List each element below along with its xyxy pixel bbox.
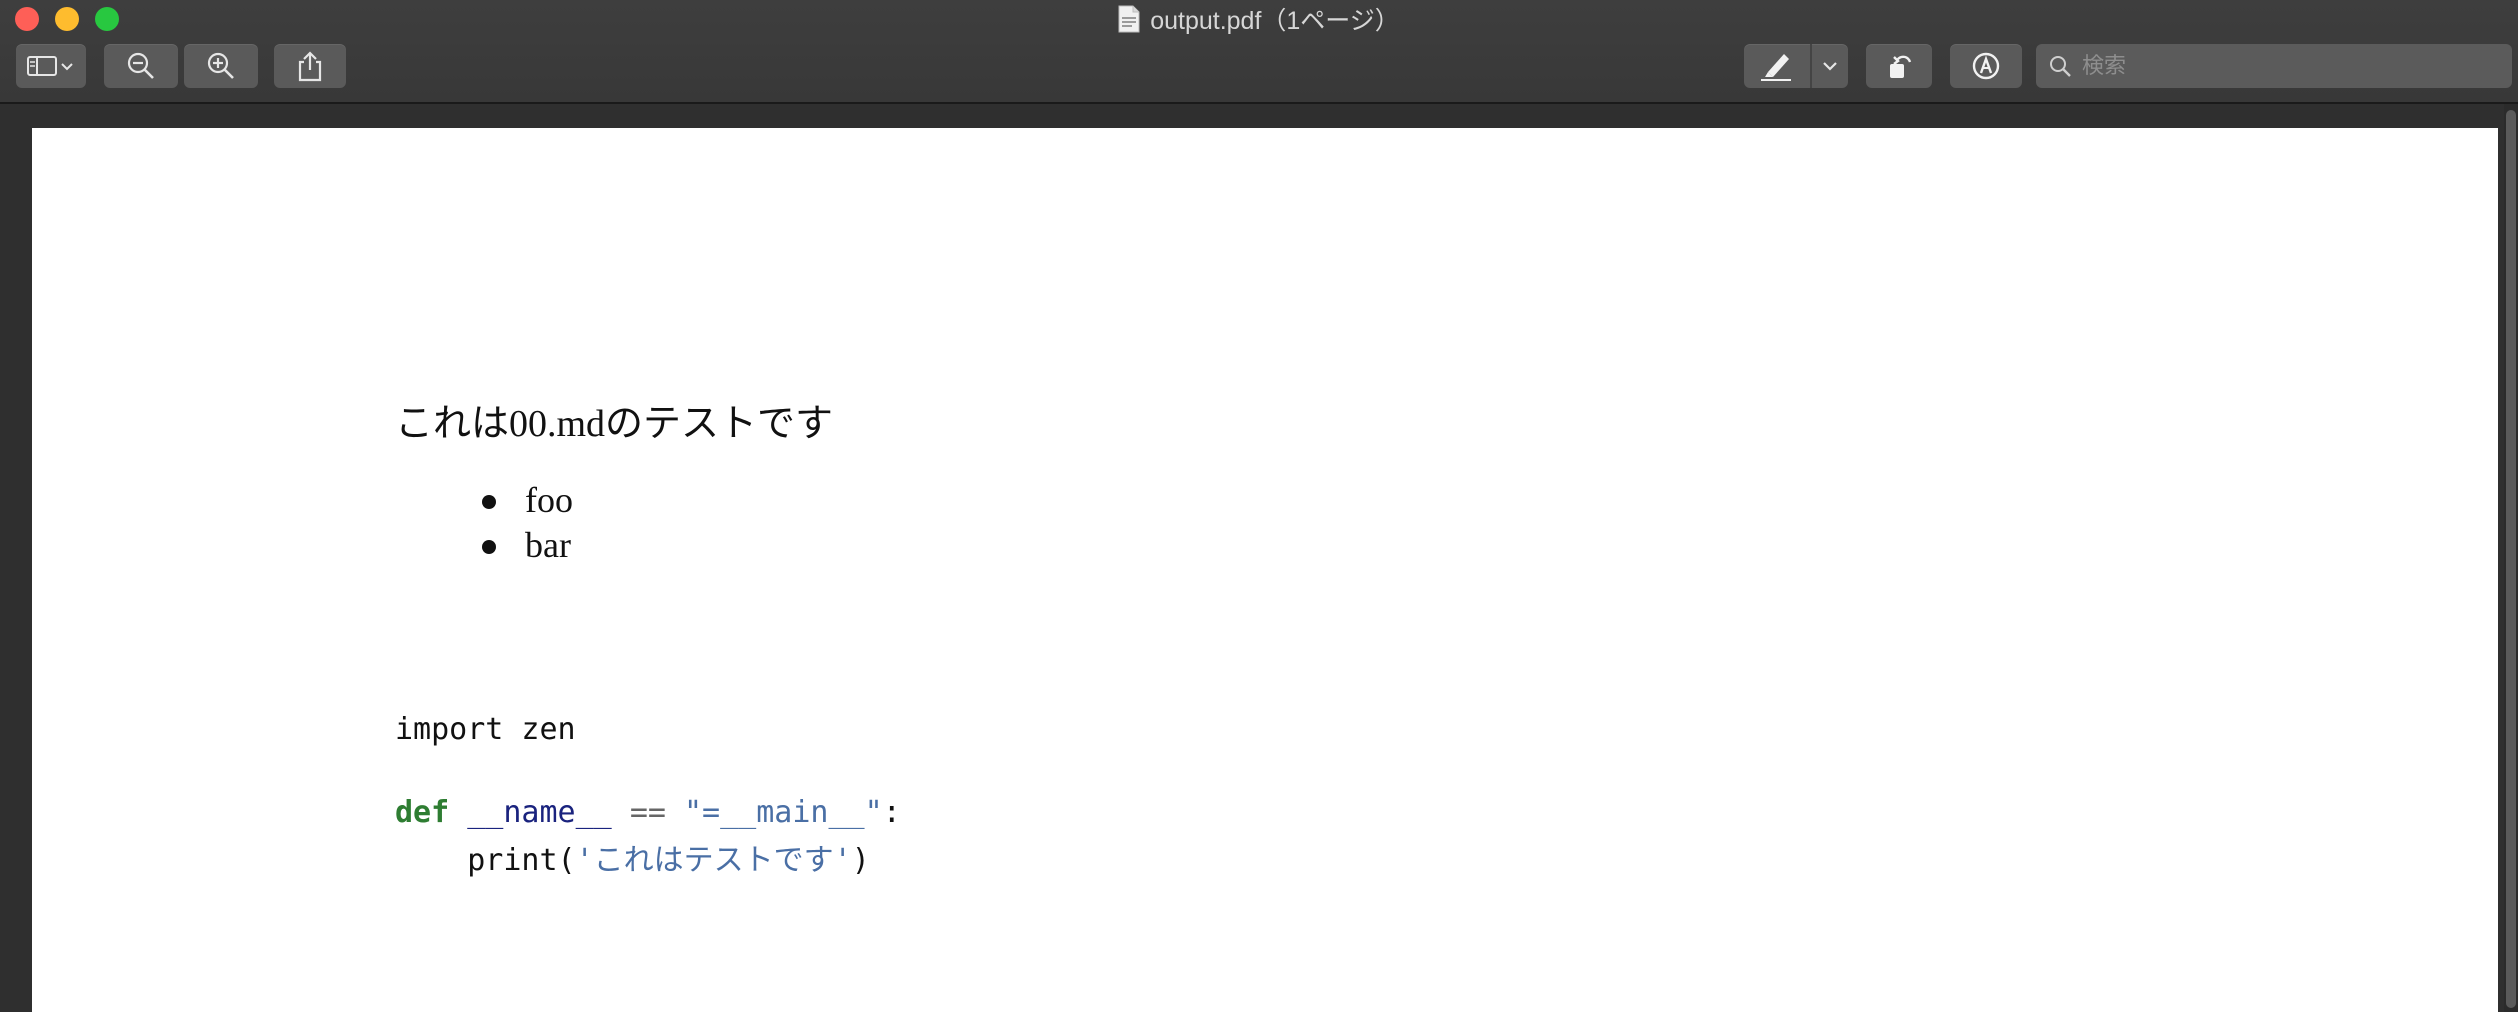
code-line-3: print('これはテストです') (395, 835, 870, 879)
sidebar-icon (26, 54, 76, 78)
highlight-button[interactable] (1744, 44, 1848, 88)
code-string: "=__main__" (684, 795, 883, 830)
zoom-out-icon (126, 51, 156, 81)
share-button[interactable] (274, 44, 346, 88)
pdf-document-icon (1118, 5, 1140, 33)
zoom-in-button[interactable] (184, 44, 258, 88)
bullet-icon (482, 495, 496, 509)
code-name: __name__ (467, 795, 612, 830)
window-title: output.pdf（1ページ） (1150, 7, 1400, 35)
zoom-out-button[interactable] (104, 44, 178, 88)
highlight-divider (1810, 44, 1812, 88)
rotate-icon (1883, 50, 1915, 82)
highlighter-icon (1758, 50, 1794, 82)
document-viewer[interactable] (0, 104, 2518, 1012)
code-operator: == (629, 795, 666, 830)
search-icon (2048, 54, 2072, 78)
share-icon (296, 50, 324, 82)
scrollbar-thumb[interactable] (2506, 110, 2516, 1008)
code-line-1: import zen (395, 712, 576, 747)
list-item: bar (460, 523, 573, 568)
list-item: foo (460, 478, 573, 523)
code-string: 'これはテストです' (575, 843, 852, 878)
code-keyword: def (395, 795, 450, 830)
preview-window: output.pdf（1ページ） 検索 これは00.mdのテストです foo b… (0, 0, 2518, 1012)
window-title-bar: output.pdf（1ページ） (0, 2, 2518, 36)
code-print: print( (467, 843, 576, 878)
vertical-scrollbar[interactable] (2504, 104, 2518, 1012)
bullet-list: foo bar (460, 478, 573, 568)
pdf-page (32, 128, 2498, 1012)
code-paren: ) (851, 843, 870, 878)
document-heading: これは00.mdのテストです (395, 403, 834, 445)
markup-icon (1970, 50, 2002, 82)
code-line-2: def __name__ == "=__main__": (395, 795, 901, 830)
rotate-button[interactable] (1866, 44, 1932, 88)
zoom-in-icon (206, 51, 236, 81)
bullet-icon (482, 540, 496, 554)
markup-button[interactable] (1950, 44, 2022, 88)
toolbar: output.pdf（1ページ） (0, 0, 2518, 104)
search-input[interactable] (2080, 52, 2484, 80)
code-colon: : (882, 795, 901, 830)
sidebar-toggle-button[interactable] (16, 44, 86, 88)
search-field[interactable] (2036, 44, 2512, 88)
chevron-down-icon[interactable] (1820, 56, 1840, 76)
